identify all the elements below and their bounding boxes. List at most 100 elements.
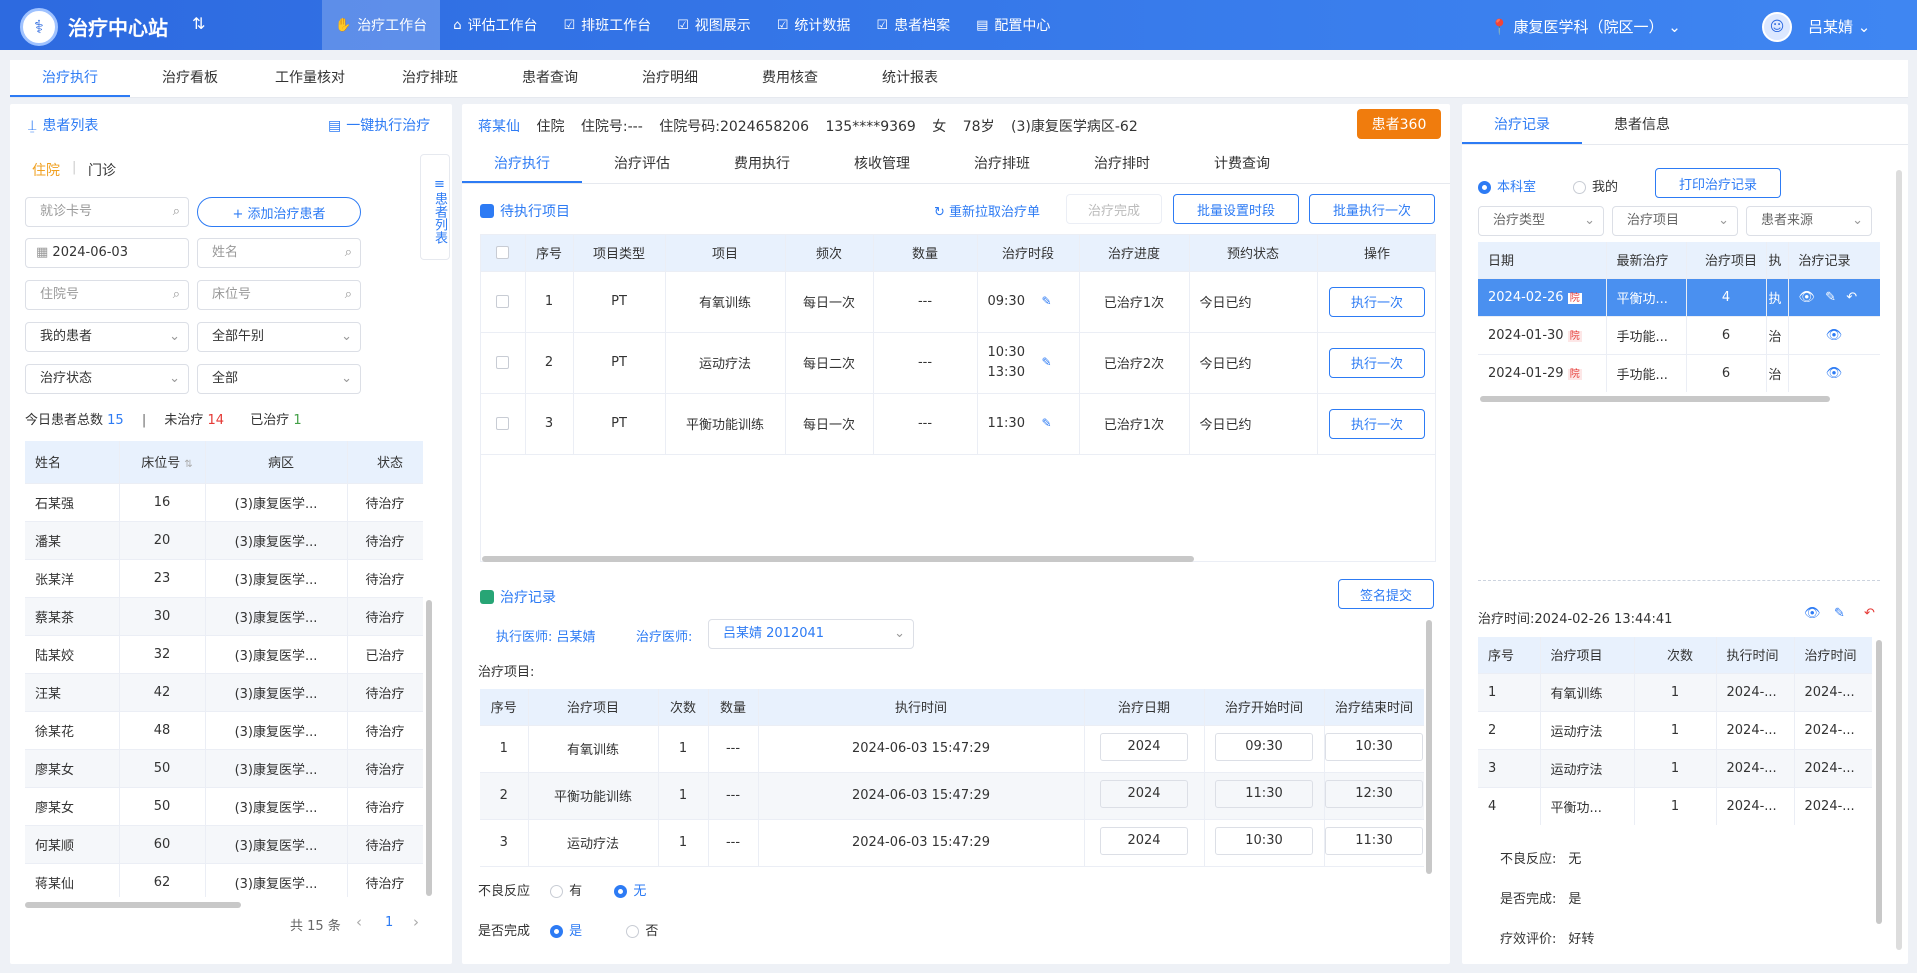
treat-type-select[interactable]: 治疗类型 ⌄ [1478, 206, 1604, 236]
tab-treatment-timing[interactable]: 治疗排时 [1062, 147, 1182, 183]
revoke-icon[interactable]: ↶ [1864, 606, 1875, 621]
subtab-stat-report[interactable]: 统计报表 [850, 60, 970, 97]
nav-view-display[interactable]: ☑ 视图展示 [664, 0, 764, 50]
table-row[interactable]: 何某顺 60 (3)康复医学... 待治疗 [25, 825, 423, 864]
treat-date-input[interactable]: 2024 [1100, 732, 1188, 761]
batch-exec-button[interactable]: 批量执行一次 [1309, 194, 1435, 224]
tab-inpatient[interactable]: 住院 [32, 160, 60, 180]
print-record-button[interactable]: 打印治疗记录 [1655, 168, 1781, 198]
tab-patient-info[interactable]: 患者信息 [1582, 108, 1702, 144]
shift-select[interactable]: 全部午别 ⌄ [197, 322, 361, 352]
edit-icon[interactable]: ✎ [1042, 355, 1052, 369]
end-time-input[interactable]: 11:30 [1325, 826, 1423, 855]
one-click-exec-button[interactable]: ▤ 一键执行治疗 [328, 115, 430, 135]
inpatient-no-input[interactable]: 住院号 ⌕ [25, 280, 189, 310]
pending-table-hscroll[interactable] [482, 556, 1194, 562]
tab-outpatient[interactable]: 门诊 [88, 160, 116, 180]
adverse-yes-radio[interactable]: 有 [550, 884, 582, 899]
name-input[interactable]: 姓名 ⌕ [197, 238, 361, 268]
complete-yes-radio[interactable]: 是 [550, 924, 582, 939]
user-menu[interactable]: 吕某婧 ⌄ [1808, 16, 1870, 37]
treat-date-input[interactable]: 2024 [1100, 826, 1188, 855]
tab-treatment-schedule[interactable]: 治疗排班 [942, 147, 1062, 183]
nav-treatment-workbench[interactable]: ✋ 治疗工作台 [322, 0, 441, 50]
subtab-treatment-board[interactable]: 治疗看板 [130, 60, 250, 97]
table-row[interactable]: 汪某 42 (3)康复医学... 待治疗 [25, 673, 423, 712]
department-selector[interactable]: 📍 康复医学科（院区一） ⌄ [1490, 16, 1681, 37]
tab-fee-exec[interactable]: 费用执行 [702, 147, 822, 183]
exec-once-button[interactable]: 执行一次 [1329, 347, 1425, 378]
tab-treatment-exec[interactable]: 治疗执行 [462, 147, 582, 183]
col-bed[interactable]: 床位号 ⇅ [119, 441, 206, 484]
switch-icon[interactable]: ⇅ [192, 14, 205, 33]
sign-submit-button[interactable]: 签名提交 [1338, 579, 1434, 609]
patient-table-vscroll[interactable] [426, 600, 432, 896]
end-time-input[interactable]: 10:30 [1325, 732, 1423, 761]
date-picker[interactable]: ▦ 2024-06-03 [25, 238, 189, 268]
mine-radio[interactable]: 我的 [1573, 176, 1618, 195]
all-select[interactable]: 全部 ⌄ [197, 364, 361, 394]
subtab-treatment-schedule[interactable]: 治疗排班 [370, 60, 490, 97]
edit-icon[interactable]: ✎ [1042, 294, 1052, 308]
table-row[interactable]: 潘某 20 (3)康复医学... 待治疗 [25, 521, 423, 560]
subtab-workload-check[interactable]: 工作量核对 [250, 60, 370, 97]
adverse-no-radio[interactable]: 无 [614, 884, 646, 899]
select-all-checkbox[interactable] [481, 235, 526, 272]
tab-billing-query[interactable]: 计费查询 [1182, 147, 1302, 183]
start-time-input[interactable]: 11:30 [1215, 779, 1313, 808]
subtab-patient-query[interactable]: 患者查询 [490, 60, 610, 97]
edit-icon[interactable]: ✎ [1834, 606, 1845, 621]
pager-prev-icon[interactable]: ‹ [356, 913, 362, 931]
table-row[interactable]: 陆某姣 32 (3)康复医学... 已治疗 [25, 635, 423, 674]
subtab-fee-check[interactable]: 费用核查 [730, 60, 850, 97]
table-row[interactable]: 廖某女 50 (3)康复医学... 待治疗 [25, 749, 423, 788]
edit-icon[interactable]: ✎ [1825, 290, 1836, 305]
start-time-input[interactable]: 09:30 [1215, 732, 1313, 761]
view-icon[interactable]: 👁 [1826, 328, 1843, 343]
refresh-button[interactable]: ↻ 重新拉取治疗单 [934, 201, 1040, 220]
nav-statistics[interactable]: ☑ 统计数据 [764, 0, 864, 50]
row-checkbox[interactable] [481, 332, 526, 394]
record-vscroll[interactable] [1426, 620, 1432, 874]
nav-patient-archive[interactable]: ☑ 患者档案 [863, 0, 963, 50]
pager-page[interactable]: 1 [385, 915, 393, 930]
dept-radio[interactable]: 本科室 [1478, 176, 1536, 195]
history-hscroll[interactable] [1480, 396, 1830, 402]
table-row[interactable]: 2024-01-29 院手功能... 6 治 👁 [1478, 354, 1880, 392]
my-patients-select[interactable]: 我的患者 ⌄ [25, 322, 189, 352]
table-row[interactable]: 张某洋 23 (3)康复医学... 待治疗 [25, 559, 423, 598]
view-icon[interactable]: 👁 [1799, 290, 1816, 305]
edit-icon[interactable]: ✎ [1042, 416, 1052, 430]
card-no-input[interactable]: 就诊卡号 ⌕ [25, 197, 189, 227]
complete-no-radio[interactable]: 否 [626, 924, 658, 939]
table-row[interactable]: 廖某女 50 (3)康复医学... 待治疗 [25, 787, 423, 826]
tab-treatment-record[interactable]: 治疗记录 [1462, 108, 1582, 144]
patient-source-select[interactable]: 患者来源 ⌄ [1746, 206, 1872, 236]
add-patient-button[interactable]: + 添加治疗患者 [197, 197, 361, 227]
avatar[interactable]: ☺ [1762, 12, 1792, 42]
treat-status-select[interactable]: 治疗状态 ⌄ [25, 364, 189, 394]
tab-receive-manage[interactable]: 核收管理 [822, 147, 942, 183]
start-time-input[interactable]: 10:30 [1215, 826, 1313, 855]
nav-assessment-workbench[interactable]: ⌂ 评估工作台 [440, 0, 550, 50]
right-vscroll[interactable] [1876, 640, 1882, 924]
pager-next-icon[interactable]: › [413, 913, 419, 931]
treat-date-input[interactable]: 2024 [1100, 779, 1188, 808]
exec-once-button[interactable]: 执行一次 [1329, 408, 1425, 439]
table-row[interactable]: 2024-02-26 院平衡功... 4 执 👁 ✎ ↶ [1478, 278, 1880, 317]
table-row[interactable]: 石某强 16 (3)康复医学... 待治疗 [25, 483, 423, 522]
treat-item-select[interactable]: 治疗项目 ⌄ [1612, 206, 1738, 236]
batch-set-time-button[interactable]: 批量设置时段 [1173, 194, 1299, 224]
right-panel-vscroll[interactable] [1896, 170, 1902, 950]
revoke-icon[interactable]: ↶ [1846, 290, 1857, 305]
table-row[interactable]: 徐某花 48 (3)康复医学... 待治疗 [25, 711, 423, 750]
end-time-input[interactable]: 12:30 [1325, 779, 1423, 808]
doctor-select[interactable]: 吕某婧 2012041 ⌄ [708, 619, 914, 649]
tab-treatment-assess[interactable]: 治疗评估 [582, 147, 702, 183]
subtab-treatment-exec[interactable]: 治疗执行 [10, 60, 130, 97]
patient-360-button[interactable]: 患者360 [1357, 109, 1441, 139]
view-icon[interactable]: 👁 [1826, 366, 1843, 381]
treatment-done-button[interactable]: 治疗完成 [1066, 194, 1162, 224]
table-row[interactable]: 蒋某仙 62 (3)康复医学... 待治疗 [25, 863, 423, 897]
view-icon[interactable]: 👁 [1804, 606, 1821, 621]
